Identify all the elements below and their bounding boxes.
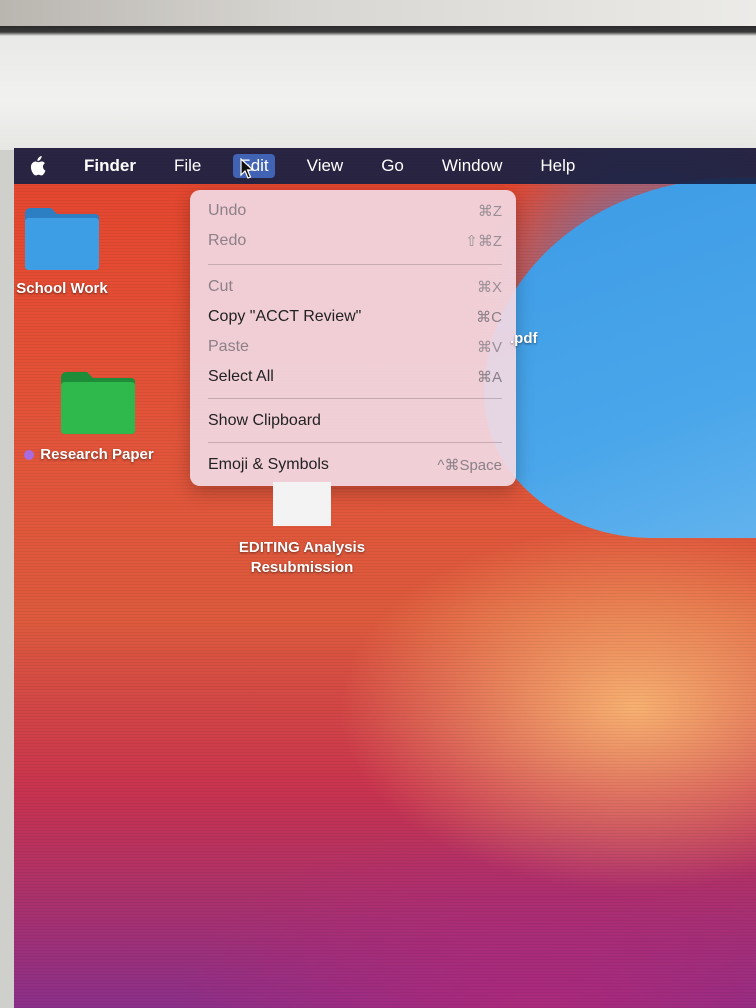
menu-separator [208, 398, 502, 399]
mouse-pointer-icon [240, 157, 255, 185]
menu-view[interactable]: View [301, 154, 350, 178]
menu-item-copy[interactable]: Copy "ACCT Review" ⌘C [208, 306, 502, 328]
menu-item-redo[interactable]: Redo ⇧⌘Z [208, 230, 502, 252]
desktop-file-editing-analysis[interactable]: EDITING Analysis Resubmission [232, 482, 372, 578]
select-all-shortcut: ⌘A [476, 369, 502, 386]
menu-file[interactable]: File [168, 154, 207, 178]
menu-item-cut[interactable]: Cut ⌘X [208, 276, 502, 298]
folder-label-row: Research Paper [14, 446, 164, 463]
folder-label: School Work [16, 280, 108, 297]
menu-item-undo[interactable]: Undo ⌘Z [208, 200, 502, 222]
menu-item-paste[interactable]: Paste ⌘V [208, 336, 502, 358]
copy-shortcut: ⌘C [476, 309, 502, 326]
purple-tag-icon [24, 450, 35, 461]
apple-icon[interactable] [28, 156, 46, 176]
file-label: EDITING Analysis Resubmission [238, 539, 366, 576]
select-all-label: Select All [208, 368, 274, 385]
desktop-folder-school-work[interactable]: School Work [14, 206, 110, 297]
menu-item-emoji-symbols[interactable]: Emoji & Symbols ^⌘Space [208, 454, 502, 476]
background-room [0, 0, 756, 26]
menu-separator [208, 264, 502, 265]
menu-separator [208, 442, 502, 443]
wallpaper-blue-wave [484, 178, 756, 538]
monitor-bezel [0, 26, 756, 150]
menu-go[interactable]: Go [375, 154, 410, 178]
emoji-symbols-label: Emoji & Symbols [208, 456, 329, 473]
paste-label: Paste [208, 338, 249, 355]
redo-label: Redo [208, 232, 247, 249]
folder-label: Research Paper [40, 446, 154, 463]
menu-item-select-all[interactable]: Select All ⌘A [208, 366, 502, 388]
document-icon [273, 482, 331, 526]
folder-icon [61, 372, 135, 434]
desktop-file-pdf-label[interactable]: .pdf [510, 330, 538, 347]
desktop-screen: Finder File Edit View Go Window Help Und… [14, 148, 756, 1008]
folder-icon [25, 208, 99, 270]
edit-menu-dropdown: Undo ⌘Z Redo ⇧⌘Z Cut ⌘X Copy "ACCT Revie… [190, 190, 516, 486]
desktop-folder-research-paper[interactable]: Research Paper [14, 370, 164, 463]
menu-finder[interactable]: Finder [78, 154, 142, 178]
undo-label: Undo [208, 202, 247, 219]
emoji-symbols-shortcut: ^⌘Space [437, 457, 502, 474]
cut-label: Cut [208, 278, 233, 295]
cut-shortcut: ⌘X [476, 279, 502, 296]
file-label: .pdf [510, 330, 538, 347]
undo-shortcut: ⌘Z [477, 203, 502, 220]
paste-shortcut: ⌘V [476, 339, 502, 356]
redo-shortcut: ⇧⌘Z [465, 233, 502, 250]
show-clipboard-label: Show Clipboard [208, 412, 321, 429]
copy-label: Copy "ACCT Review" [208, 308, 362, 325]
menu-bar: Finder File Edit View Go Window Help [14, 148, 756, 184]
menu-window[interactable]: Window [436, 154, 508, 178]
menu-item-show-clipboard[interactable]: Show Clipboard [208, 410, 502, 432]
menu-help[interactable]: Help [534, 154, 581, 178]
